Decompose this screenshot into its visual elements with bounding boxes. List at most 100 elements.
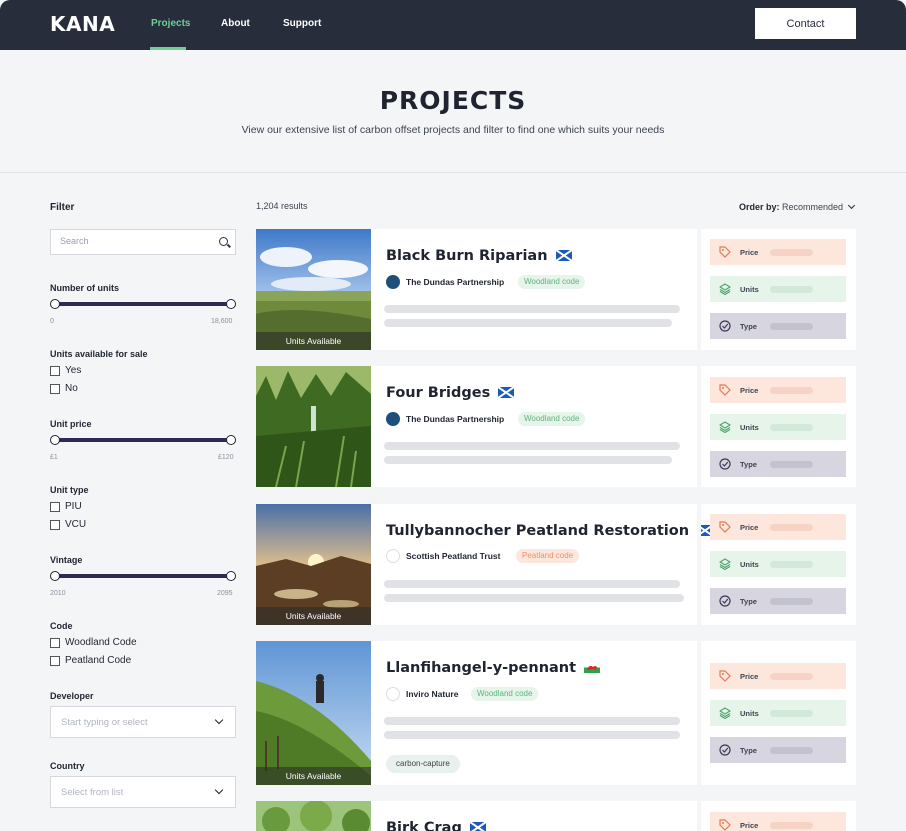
check-circle-icon (719, 744, 731, 756)
code-badge: Woodland code (518, 275, 586, 289)
project-card[interactable]: Units Available Black Burn Riparian The … (256, 229, 856, 350)
price-tag-icon (719, 819, 731, 831)
country-label: Country (50, 761, 85, 771)
project-card[interactable]: Birk Crag Price (256, 801, 856, 831)
slider-min-handle[interactable] (50, 435, 60, 445)
price-attribute: Price (710, 663, 846, 689)
contact-button[interactable]: Contact (755, 8, 856, 39)
project-image[interactable] (256, 366, 371, 487)
project-image[interactable] (256, 801, 371, 831)
project-title[interactable]: Four Bridges (386, 385, 514, 401)
developer-logo-icon (386, 549, 400, 563)
checkbox[interactable] (50, 638, 60, 648)
price-attribute: Price (710, 812, 846, 831)
price-max-label: £120 (218, 454, 234, 461)
checkbox[interactable] (50, 384, 60, 394)
units-attribute: Units (710, 551, 846, 577)
unit-type-label: Unit type (50, 485, 89, 495)
developer-select[interactable]: Start typing or select (50, 706, 236, 738)
project-title[interactable]: Birk Crag (386, 820, 486, 831)
project-image[interactable]: Units Available (256, 641, 371, 785)
developer-name: The Dundas Partnership (406, 277, 505, 287)
project-card[interactable]: Units Available Llanfihangel-y-pennant I… (256, 641, 856, 785)
price-tag-icon (719, 246, 731, 258)
checkbox[interactable] (50, 520, 60, 530)
nav-link-projects[interactable]: Projects (151, 18, 190, 29)
units-available-label: Units available for sale (50, 349, 148, 359)
search-input[interactable] (60, 236, 210, 246)
units-min-label: 0 (50, 318, 54, 325)
units-available-badge: Units Available (256, 767, 371, 785)
type-attribute: Type (710, 737, 846, 763)
page-title: PROJECTS (379, 86, 527, 115)
number-of-units-slider[interactable] (50, 299, 236, 309)
wales-flag-icon (584, 662, 600, 673)
slider-min-handle[interactable] (50, 571, 60, 581)
vintage-slider[interactable] (50, 571, 236, 581)
developer-name: Inviro Nature (406, 689, 459, 699)
nav-link-about[interactable]: About (221, 18, 250, 29)
project-card[interactable]: Units Available Tullybannocher Peatland … (256, 504, 856, 625)
unit-price-label: Unit price (50, 419, 92, 429)
slider-max-handle[interactable] (226, 299, 236, 309)
price-min-label: £1 (50, 454, 58, 461)
project-title[interactable]: Llanfihangel-y-pennant (386, 660, 600, 676)
top-nav: KANA Projects About Support Contact (0, 0, 906, 50)
check-circle-icon (719, 458, 731, 470)
number-of-units-label: Number of units (50, 283, 119, 293)
check-circle-icon (719, 320, 731, 332)
hero: PROJECTS View our extensive list of carb… (0, 50, 906, 173)
order-by-value: Recommended (782, 202, 844, 212)
developer-placeholder: Start typing or select (61, 717, 148, 728)
page-subtitle: View our extensive list of carbon offset… (241, 124, 665, 136)
project-card[interactable]: Four Bridges The Dundas Partnership Wood… (256, 366, 856, 487)
project-title[interactable]: Tullybannocher Peatland Restoration (386, 523, 713, 539)
scotland-flag-icon (556, 250, 572, 261)
skeleton-line (384, 305, 680, 313)
developer-name: The Dundas Partnership (406, 414, 505, 424)
code-label: Code (50, 621, 73, 631)
checkbox[interactable] (50, 366, 60, 376)
price-tag-icon (719, 670, 731, 682)
scotland-flag-icon (470, 822, 486, 831)
units-attribute: Units (710, 414, 846, 440)
price-attribute: Price (710, 377, 846, 403)
units-available-badge: Units Available (256, 607, 371, 625)
skeleton-line (384, 442, 680, 450)
search-box (50, 229, 236, 255)
chevron-down-icon (214, 715, 224, 725)
search-icon[interactable] (219, 237, 228, 246)
country-select[interactable]: Select from list (50, 776, 236, 808)
type-attribute: Type (710, 451, 846, 477)
country-placeholder: Select from list (61, 787, 124, 798)
price-attribute: Price (710, 239, 846, 265)
project-image[interactable]: Units Available (256, 504, 371, 625)
layers-icon (719, 421, 731, 433)
units-attribute: Units (710, 700, 846, 726)
chevron-down-icon (214, 785, 224, 795)
slider-max-handle[interactable] (226, 571, 236, 581)
type-attribute: Type (710, 588, 846, 614)
vintage-min-label: 2010 (50, 590, 66, 597)
units-max-label: 18,600 (211, 318, 233, 325)
slider-track (55, 438, 231, 442)
scotland-flag-icon (498, 387, 514, 398)
checkbox[interactable] (50, 502, 60, 512)
project-title[interactable]: Black Burn Riparian (386, 248, 572, 264)
skeleton-line (384, 580, 680, 588)
chevron-down-icon (847, 201, 856, 210)
nav-link-support[interactable]: Support (283, 18, 321, 29)
slider-max-handle[interactable] (226, 435, 236, 445)
price-attribute: Price (710, 514, 846, 540)
price-tag-icon (719, 384, 731, 396)
project-tag[interactable]: carbon-capture (386, 755, 460, 773)
order-by-dropdown[interactable]: Order by: Recommended (739, 202, 843, 212)
kana-logo[interactable]: KANA (50, 12, 115, 36)
slider-min-handle[interactable] (50, 299, 60, 309)
order-by-label: Order by: (739, 202, 780, 212)
slider-track (55, 574, 231, 578)
unit-price-slider[interactable] (50, 435, 236, 445)
project-image[interactable]: Units Available (256, 229, 371, 350)
code-badge: Woodland code (518, 412, 586, 426)
checkbox[interactable] (50, 656, 60, 666)
